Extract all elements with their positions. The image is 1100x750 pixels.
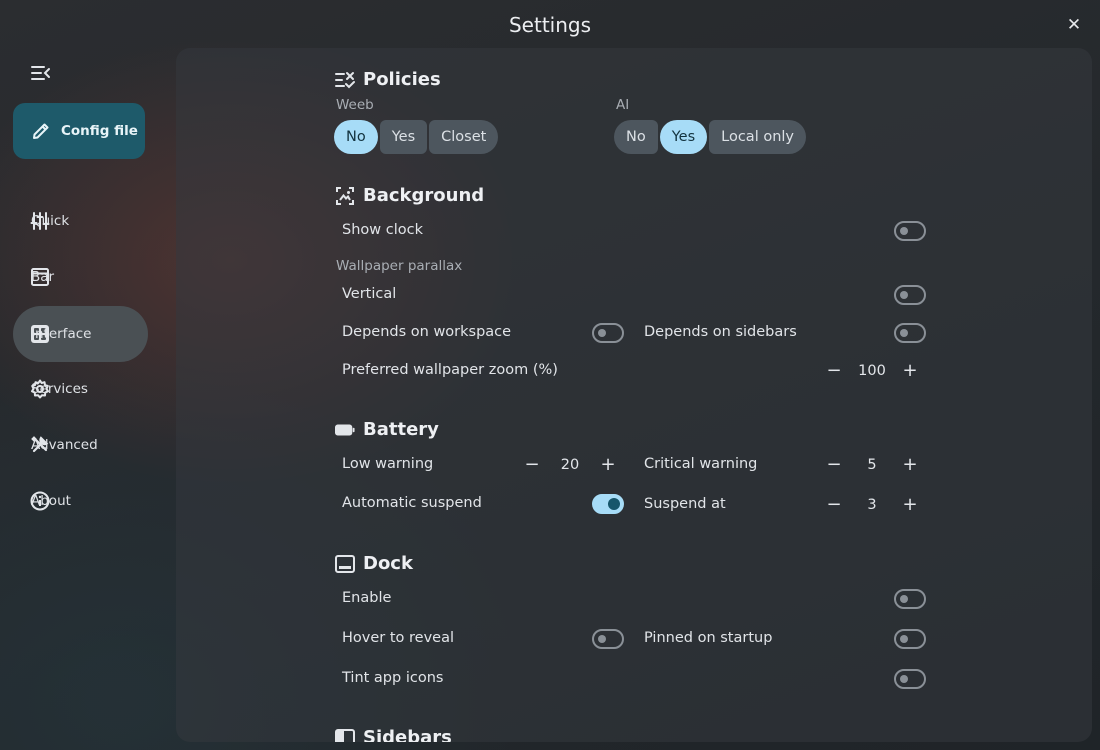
sidebar-item-label: Interface — [31, 326, 92, 342]
sidebar-item-label: Bar — [31, 269, 55, 285]
suspend-at-stepper: − 3 + — [822, 489, 922, 521]
depends-sidebars-toggle[interactable] — [894, 323, 926, 343]
sidebar-item-services[interactable]: Services — [13, 361, 148, 417]
battery-icon — [335, 420, 355, 440]
increment-button[interactable]: + — [898, 359, 922, 383]
sidebar-item-advanced[interactable]: Advanced — [13, 417, 148, 473]
ai-option-yes[interactable]: Yes — [659, 120, 708, 154]
ai-option-no[interactable]: No — [614, 120, 658, 154]
sidebar-item-interface[interactable]: Interface — [13, 306, 148, 362]
low-warning-stepper: − 20 + — [520, 449, 620, 481]
window-title: Settings — [508, 13, 592, 37]
depends-workspace-toggle[interactable] — [592, 323, 624, 343]
wallpaper-zoom-label: Preferred wallpaper zoom (%) — [342, 362, 558, 378]
stepper-value[interactable]: 5 — [846, 457, 898, 473]
depends-workspace-label: Depends on workspace — [342, 324, 512, 340]
section-title: Sidebars — [363, 727, 452, 742]
section-sidebars: Sidebars — [335, 727, 452, 742]
pencil-icon — [33, 123, 49, 139]
critical-warning-label: Critical warning — [644, 456, 758, 472]
decrement-button[interactable]: − — [520, 453, 544, 477]
section-title: Policies — [363, 69, 441, 90]
sidebar-item-about[interactable]: About — [13, 473, 148, 529]
sidebar-item-bar[interactable]: Bar — [13, 249, 148, 305]
decrement-button[interactable]: − — [822, 453, 846, 477]
ai-label: AI — [616, 97, 630, 113]
policies-icon — [335, 70, 355, 90]
weeb-option-no[interactable]: No — [334, 120, 378, 154]
sidebars-icon — [335, 728, 355, 742]
sidebar-item-label: Services — [31, 381, 88, 397]
increment-button[interactable]: + — [898, 493, 922, 517]
low-warning-label: Low warning — [342, 456, 434, 472]
weeb-label: Weeb — [336, 97, 374, 113]
section-title: Battery — [363, 419, 439, 440]
automatic-suspend-label: Automatic suspend — [342, 495, 482, 511]
decrement-button[interactable]: − — [822, 359, 846, 383]
increment-button[interactable]: + — [898, 453, 922, 477]
dock-enable-label: Enable — [342, 590, 392, 606]
sidebar-item-label: Quick — [31, 213, 70, 229]
weeb-segmented: No Yes Closet — [334, 120, 499, 154]
settings-panel[interactable]: Policies Weeb No Yes Closet AI No Yes Lo… — [176, 48, 1092, 742]
sidebar: Config file Quick Bar Interface Services… — [0, 48, 176, 750]
dock-enable-toggle[interactable] — [894, 589, 926, 609]
weeb-option-yes[interactable]: Yes — [379, 120, 428, 154]
section-title: Dock — [363, 553, 413, 574]
wallpaper-icon — [335, 186, 355, 206]
vertical-label: Vertical — [342, 286, 397, 302]
wallpaper-zoom-stepper: − 100 + — [822, 355, 922, 387]
sidebar-item-quick[interactable]: Quick — [13, 193, 148, 249]
decrement-button[interactable]: − — [822, 493, 846, 517]
wallpaper-parallax-label: Wallpaper parallax — [336, 258, 463, 274]
config-file-button[interactable]: Config file — [13, 103, 145, 159]
ai-option-local-only[interactable]: Local only — [709, 120, 807, 154]
section-policies: Policies — [335, 69, 441, 90]
close-icon[interactable]: ✕ — [1064, 15, 1084, 35]
stepper-value[interactable]: 20 — [544, 457, 596, 473]
depends-sidebars-label: Depends on sidebars — [644, 324, 797, 340]
pinned-on-startup-label: Pinned on startup — [644, 630, 773, 646]
automatic-suspend-toggle[interactable] — [592, 494, 624, 514]
increment-button[interactable]: + — [596, 453, 620, 477]
weeb-option-closet[interactable]: Closet — [429, 120, 499, 154]
tint-app-icons-toggle[interactable] — [894, 669, 926, 689]
show-clock-label: Show clock — [342, 222, 423, 238]
hover-to-reveal-toggle[interactable] — [592, 629, 624, 649]
critical-warning-stepper: − 5 + — [822, 449, 922, 481]
section-dock: Dock — [335, 553, 413, 574]
ai-segmented: No Yes Local only — [614, 120, 807, 154]
tint-app-icons-label: Tint app icons — [342, 670, 444, 686]
dock-icon — [335, 554, 355, 574]
stepper-value[interactable]: 3 — [846, 497, 898, 513]
suspend-at-label: Suspend at — [644, 496, 726, 512]
section-title: Background — [363, 185, 485, 206]
pinned-on-startup-toggle[interactable] — [894, 629, 926, 649]
show-clock-toggle[interactable] — [894, 221, 926, 241]
section-battery: Battery — [335, 419, 439, 440]
collapse-menu-icon[interactable] — [30, 64, 52, 82]
section-background: Background — [335, 185, 484, 206]
config-file-label: Config file — [61, 123, 138, 139]
titlebar: Settings ✕ — [0, 0, 1100, 48]
hover-to-reveal-label: Hover to reveal — [342, 630, 454, 646]
sidebar-item-label: About — [31, 493, 71, 509]
stepper-value[interactable]: 100 — [846, 363, 898, 379]
vertical-toggle[interactable] — [894, 285, 926, 305]
sidebar-item-label: Advanced — [31, 437, 98, 453]
